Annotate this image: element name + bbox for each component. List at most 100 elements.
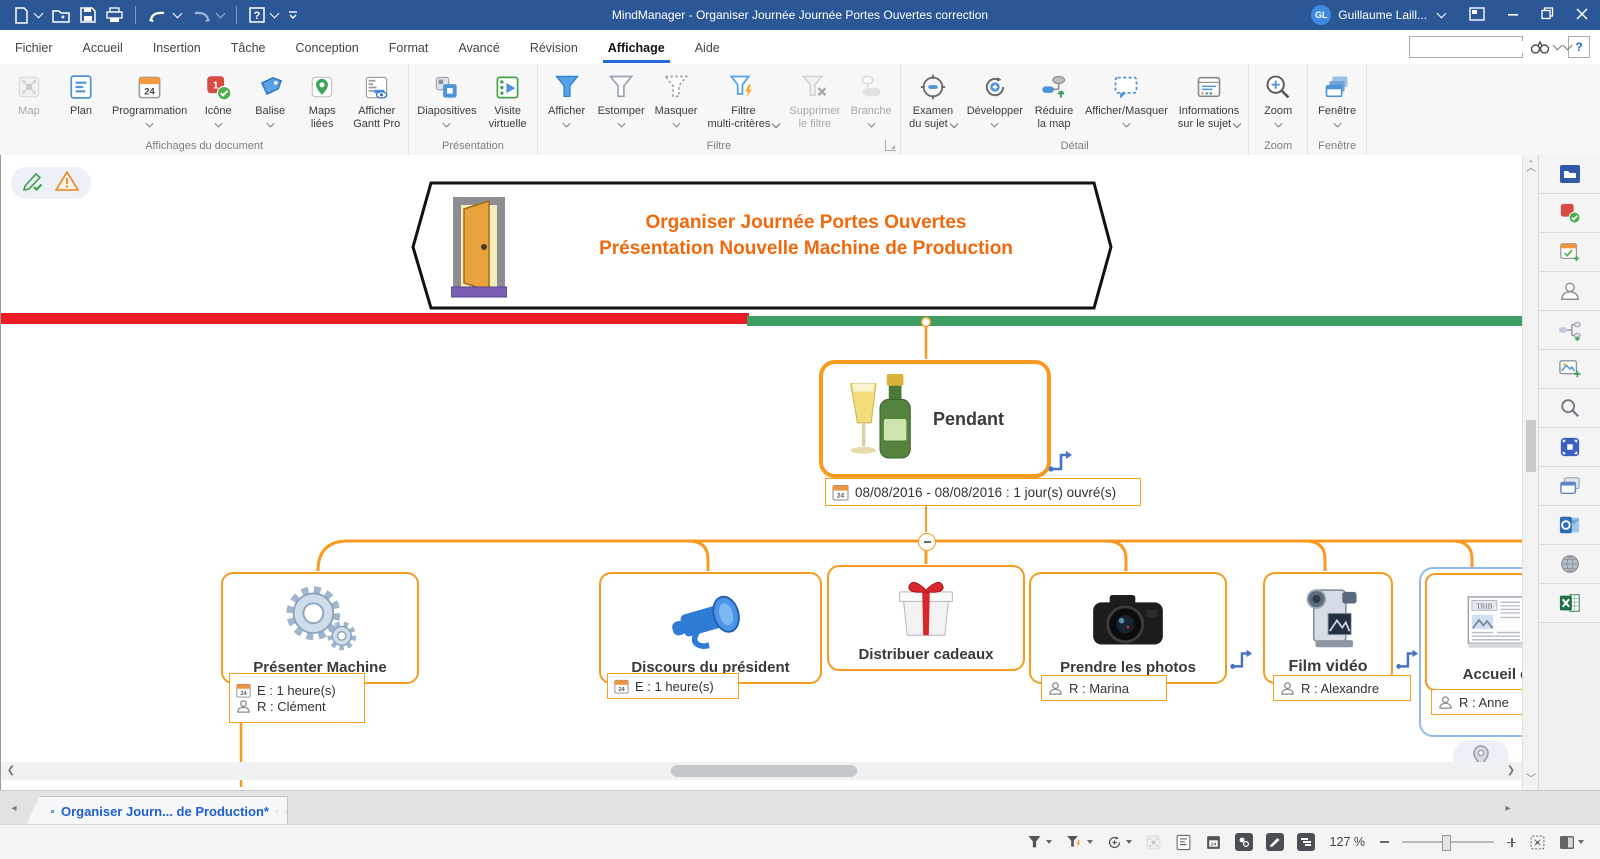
tab-fichier[interactable]: Fichier: [0, 32, 68, 63]
ribbon-button-filtre-multi-criteres[interactable]: Filtre multi-critères: [702, 67, 784, 132]
ribbon-button-reduire-la-map[interactable]: Réduire la map: [1028, 67, 1080, 132]
detail-photos[interactable]: R : Marina: [1041, 675, 1167, 701]
sidebar-button-task-info[interactable]: [1539, 233, 1600, 272]
sidebar-button-windows[interactable]: [1539, 467, 1600, 506]
horizontal-scrollbar[interactable]: ❮ ❯: [1, 762, 1523, 780]
ribbon-button-estomper[interactable]: Estomper: [593, 67, 650, 128]
search-box[interactable]: [1409, 36, 1523, 58]
map-canvas[interactable]: Organiser Journée Portes Ouvertes Présen…: [0, 155, 1523, 790]
tab-revision[interactable]: Révision: [515, 32, 593, 63]
detail-film-video[interactable]: R : Alexandre: [1273, 675, 1411, 701]
redo-icon[interactable]: [191, 8, 224, 23]
tab-format[interactable]: Format: [374, 32, 444, 63]
ribbon-button-masquer[interactable]: Masquer: [650, 67, 703, 128]
horizontal-scrollbar-thumb[interactable]: [671, 765, 857, 777]
topic-discours-president[interactable]: Discours du président: [599, 572, 822, 684]
detail-presenter-machine[interactable]: 24 E : 1 heure(s) R : Clément: [229, 673, 365, 723]
scroll-right-icon[interactable]: ❯: [1503, 765, 1519, 776]
print-icon[interactable]: [106, 7, 123, 23]
sidebar-button-capture[interactable]: [1539, 428, 1600, 467]
scroll-left-icon[interactable]: ❮: [3, 765, 19, 776]
ribbon-button-afficher-gantt-pro[interactable]: Afficher Gantt Pro: [348, 67, 405, 132]
ribbon-button-diapositives[interactable]: Diapositives: [412, 67, 481, 128]
tab-scroll-left-icon[interactable]: ◂: [6, 803, 22, 814]
sidebar-button-excel[interactable]: [1539, 584, 1600, 623]
zoom-slider-thumb[interactable]: [1442, 835, 1451, 851]
ribbon-button-plan[interactable]: Plan: [55, 67, 107, 119]
sidebar-button-library[interactable]: [1539, 155, 1600, 194]
new-document-chevron-icon[interactable]: [34, 9, 44, 19]
detail-discours[interactable]: 24 E : 1 heure(s): [607, 673, 739, 699]
relationship-icon[interactable]: [1229, 647, 1253, 676]
close-button[interactable]: [1576, 8, 1588, 23]
ribbon-button-informations-sur-le-sujet[interactable]: Informations sur le sujet: [1173, 67, 1245, 132]
popout-icon[interactable]: [276, 805, 278, 817]
sidebar-button-search[interactable]: [1539, 389, 1600, 428]
help-chevron-icon[interactable]: [270, 9, 280, 19]
sidebar-button-images[interactable]: [1539, 350, 1600, 389]
ribbon-button-balise[interactable]: Balise: [244, 67, 296, 128]
topic-presenter-machine[interactable]: Présenter Machine: [221, 572, 419, 684]
sidebar-button-outlook[interactable]: [1539, 506, 1600, 545]
topic-prendre-photos[interactable]: Prendre les photos: [1029, 572, 1227, 684]
tab-aide[interactable]: Aide: [680, 32, 735, 63]
ribbon-button-examen-du-sujet[interactable]: Examen du sujet: [904, 67, 962, 132]
sidebar-button-map-parts[interactable]: [1539, 311, 1600, 350]
open-icon[interactable]: [52, 8, 70, 23]
topic-film-video[interactable]: Film vidéo: [1263, 572, 1393, 684]
sidebar-button-resources[interactable]: [1539, 272, 1600, 311]
status-pen-button[interactable]: [1266, 833, 1284, 851]
vertical-scrollbar-thumb[interactable]: [1526, 420, 1536, 472]
account-menu[interactable]: GL Guillaume Laill...: [1311, 5, 1445, 25]
pendant-date-box[interactable]: 24 08/08/2016 - 08/08/2016 : 1 jour(s) o…: [825, 478, 1141, 506]
undo-chevron-icon[interactable]: [173, 9, 183, 19]
panels-button[interactable]: [1559, 835, 1584, 850]
tab-accueil[interactable]: Accueil: [68, 32, 138, 63]
tab-affichage[interactable]: Affichage: [593, 32, 680, 63]
ribbon-button-zoom[interactable]: Zoom: [1252, 67, 1304, 128]
zoom-out-button[interactable]: [1380, 841, 1389, 843]
sidebar-button-markers[interactable]: [1539, 194, 1600, 233]
tab-insertion[interactable]: Insertion: [138, 32, 216, 63]
close-tab-icon[interactable]: [285, 806, 287, 817]
window-layout-icon[interactable]: [1469, 7, 1485, 24]
status-power-filter-button[interactable]: [1065, 834, 1093, 850]
redo-chevron-icon[interactable]: [216, 9, 226, 19]
topic-accueil[interactable]: TRIB Accueil d: [1425, 573, 1523, 691]
minimize-button[interactable]: [1507, 8, 1519, 23]
undo-icon[interactable]: [148, 8, 181, 23]
tab-conception[interactable]: Conception: [281, 32, 374, 63]
ribbon-button-maps-liees[interactable]: Maps liées: [296, 67, 348, 132]
scroll-down-icon[interactable]: ﹀: [1523, 770, 1539, 785]
ribbon-button-programmation[interactable]: 24 Programmation: [107, 67, 192, 128]
ribbon-button-afficher[interactable]: Afficher: [541, 67, 593, 128]
ribbon-button-developper[interactable]: Développer: [962, 67, 1028, 128]
status-refresh-add-button[interactable]: [1106, 834, 1132, 851]
document-tab[interactable]: Organiser Journ... de Production*: [26, 796, 288, 825]
help-icon[interactable]: ?: [249, 7, 278, 23]
vertical-scrollbar[interactable]: ˇ​ ︿ ﹀: [1522, 155, 1539, 790]
relationship-icon[interactable]: [1047, 448, 1073, 479]
tab-avance[interactable]: Avancé: [443, 32, 514, 63]
ribbon-button-visite-virtuelle[interactable]: Visite virtuelle: [482, 67, 534, 132]
status-filter-button[interactable]: [1026, 834, 1052, 850]
dialog-launcher-icon[interactable]: [885, 140, 896, 151]
status-gantt-button[interactable]: [1297, 833, 1315, 851]
status-outline-view-button[interactable]: [1175, 834, 1192, 851]
ribbon-button-afficher-masquer[interactable]: Afficher/Masquer: [1080, 67, 1173, 128]
customize-qat-icon[interactable]: [288, 9, 298, 21]
find-binoculars-icon[interactable]: [1530, 39, 1561, 55]
zoom-slider[interactable]: [1402, 841, 1494, 843]
status-schedule-view-button[interactable]: 24: [1205, 834, 1222, 851]
status-markers-button[interactable]: [1235, 833, 1253, 851]
zoom-in-button[interactable]: [1507, 838, 1516, 847]
relationship-icon[interactable]: [1395, 647, 1419, 676]
help-button[interactable]: ?: [1568, 36, 1590, 58]
ribbon-button-icone[interactable]: 1 Icône: [192, 67, 244, 128]
topic-accueil-selected[interactable]: TRIB Accueil d R : Anne: [1419, 567, 1523, 737]
collapse-toggle[interactable]: [918, 533, 936, 551]
tab-tache[interactable]: Tâche: [216, 32, 281, 63]
topic-pendant[interactable]: Pendant: [819, 360, 1051, 478]
detail-accueil[interactable]: R : Anne: [1431, 689, 1523, 715]
save-icon[interactable]: [80, 7, 96, 23]
